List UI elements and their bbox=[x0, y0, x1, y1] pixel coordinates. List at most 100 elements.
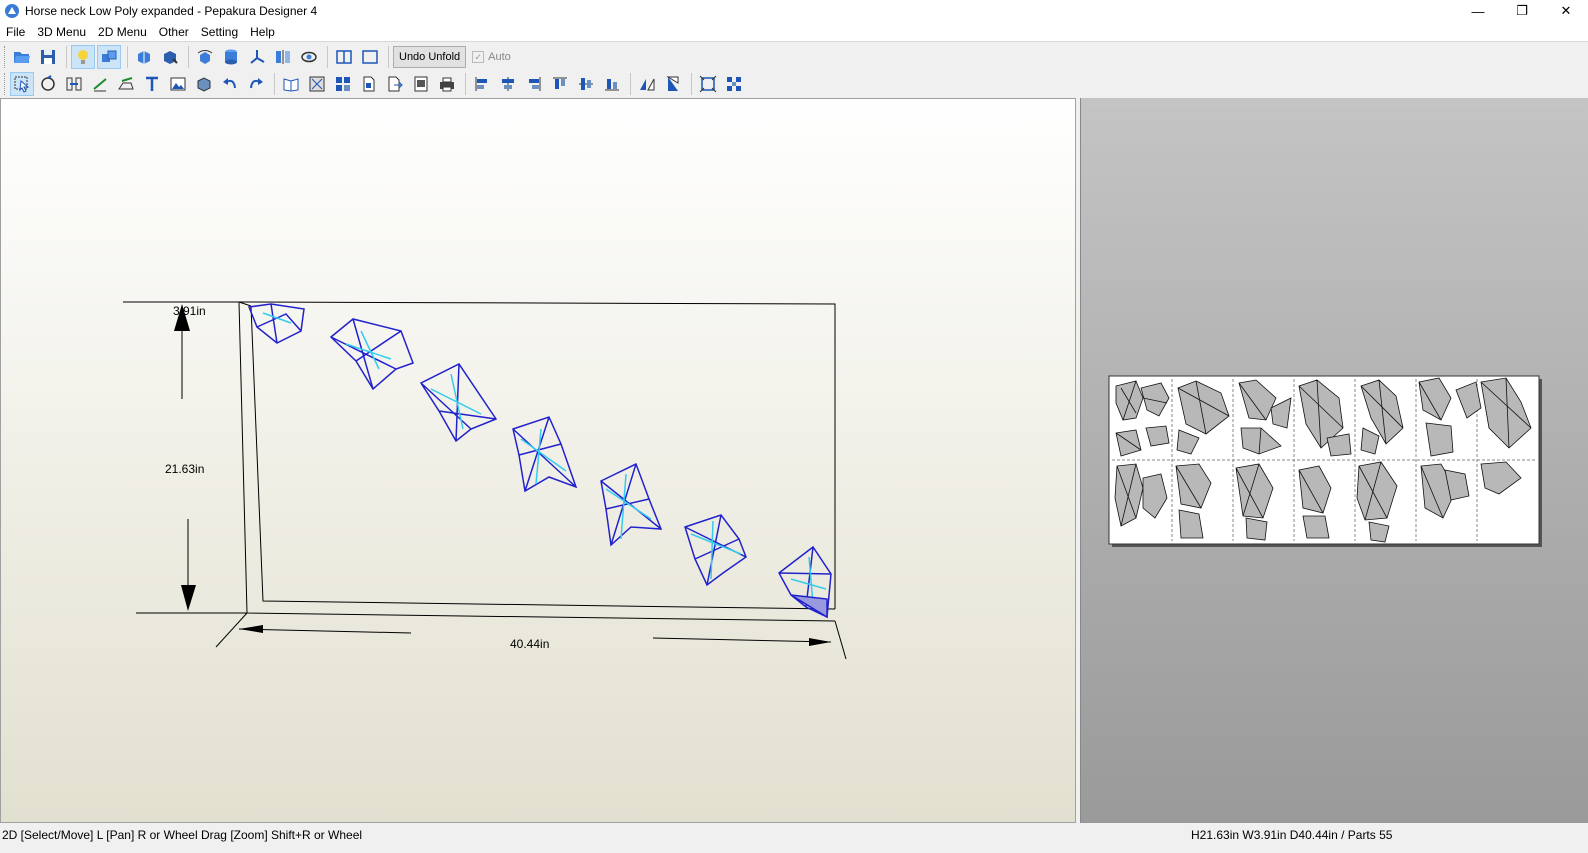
axis-button[interactable] bbox=[245, 45, 269, 69]
redo-icon bbox=[250, 78, 263, 89]
model-part bbox=[778, 545, 832, 619]
fold-line-tool[interactable] bbox=[88, 72, 112, 96]
align-middle-vertical-icon bbox=[579, 78, 593, 90]
mirror-icon bbox=[276, 50, 290, 64]
align-center-h-button[interactable] bbox=[496, 72, 520, 96]
model-part bbox=[512, 416, 578, 493]
align-top-button[interactable] bbox=[548, 72, 572, 96]
edit-toolbar bbox=[0, 70, 1588, 98]
book-icon bbox=[283, 78, 299, 92]
pepakura-app-icon bbox=[5, 4, 19, 18]
open-book-button[interactable] bbox=[279, 72, 303, 96]
arrange-parts-button[interactable] bbox=[331, 72, 355, 96]
fit-frame-icon bbox=[699, 75, 717, 93]
flip-vertical-icon bbox=[666, 76, 679, 91]
texture-toggle-button[interactable] bbox=[97, 45, 121, 69]
align-center-horizontal-icon bbox=[502, 77, 514, 91]
text-tool[interactable] bbox=[140, 72, 164, 96]
toolbar-separator bbox=[630, 73, 631, 95]
3d-viewport[interactable]: 3.91in 21.63in 40.44in bbox=[0, 98, 1076, 823]
distribute-button[interactable] bbox=[722, 72, 746, 96]
menu-3d[interactable]: 3D Menu bbox=[31, 22, 92, 42]
undo-button[interactable] bbox=[218, 72, 242, 96]
lightbulb-icon bbox=[78, 50, 88, 64]
menu-other[interactable]: Other bbox=[153, 22, 195, 42]
redo-button[interactable] bbox=[244, 72, 268, 96]
rotate-cube-button[interactable] bbox=[193, 45, 217, 69]
menu-file[interactable]: File bbox=[0, 22, 31, 42]
align-top-icon bbox=[553, 77, 567, 89]
page-settings-button[interactable] bbox=[357, 72, 381, 96]
align-middle-button[interactable] bbox=[574, 72, 598, 96]
depth-dimension-label: 40.44in bbox=[510, 637, 549, 651]
flip-horizontal-button[interactable] bbox=[635, 72, 659, 96]
3d-scene: 3.91in 21.63in 40.44in bbox=[123, 301, 847, 660]
rotate-part-tool[interactable] bbox=[36, 72, 60, 96]
toolbar-separator bbox=[388, 46, 389, 68]
restore-button[interactable]: ❐ bbox=[1500, 0, 1544, 22]
auto-checkbox[interactable]: ✓ Auto bbox=[472, 46, 530, 68]
align-left-button[interactable] bbox=[470, 72, 494, 96]
close-button[interactable]: ✕ bbox=[1544, 0, 1588, 22]
floppy-disk-icon bbox=[41, 50, 55, 64]
printer-icon bbox=[440, 77, 454, 92]
flip-vertical-button[interactable] bbox=[661, 72, 685, 96]
mirror-button[interactable] bbox=[271, 45, 295, 69]
rotate-cube-icon bbox=[197, 50, 213, 64]
2d-viewport[interactable] bbox=[1080, 98, 1588, 823]
auto-checkbox-label: Auto bbox=[488, 51, 511, 63]
toolbar-grip[interactable] bbox=[4, 73, 7, 95]
menu-2d[interactable]: 2D Menu bbox=[92, 22, 153, 42]
status-dimensions: H21.63in W3.91in D40.44in / Parts 55 bbox=[1191, 828, 1393, 842]
view-button[interactable] bbox=[297, 45, 321, 69]
box-icon bbox=[197, 77, 211, 92]
menu-bar: File 3D Menu 2D Menu Other Setting Help bbox=[0, 22, 1588, 42]
single-view-icon bbox=[362, 50, 378, 64]
menu-help[interactable]: Help bbox=[244, 22, 281, 42]
image-tool[interactable] bbox=[166, 72, 190, 96]
toolbar-separator bbox=[188, 46, 189, 68]
select-move-tool[interactable] bbox=[10, 72, 34, 96]
fold-line-icon bbox=[93, 78, 107, 92]
export-page-button[interactable] bbox=[383, 72, 407, 96]
cylinder-button[interactable] bbox=[219, 45, 243, 69]
edit-cube-button[interactable] bbox=[158, 45, 182, 69]
status-bar: 2D [Select/Move] L [Pan] R or Wheel Drag… bbox=[0, 824, 1588, 853]
toolbar-grip[interactable] bbox=[4, 46, 7, 68]
flap-tool[interactable] bbox=[114, 72, 138, 96]
single-view-button[interactable] bbox=[358, 45, 382, 69]
lighting-toggle-button[interactable] bbox=[71, 45, 95, 69]
toolbar-separator bbox=[691, 73, 692, 95]
print-preview-button[interactable] bbox=[409, 72, 433, 96]
width-dimension-label: 3.91in bbox=[173, 304, 206, 318]
grid-parts-icon bbox=[336, 77, 350, 91]
print-button[interactable] bbox=[435, 72, 459, 96]
minimize-button[interactable]: — bbox=[1456, 0, 1500, 22]
align-bottom-icon bbox=[605, 79, 619, 91]
text-icon bbox=[146, 76, 158, 91]
unfold-button[interactable] bbox=[132, 45, 156, 69]
flap-icon bbox=[118, 77, 134, 90]
align-bottom-button[interactable] bbox=[600, 72, 624, 96]
undo-unfold-button[interactable]: Undo Unfold bbox=[393, 46, 467, 68]
box-tool[interactable] bbox=[192, 72, 216, 96]
unfold-cube-icon bbox=[138, 51, 150, 64]
auto-layout-button[interactable] bbox=[305, 72, 329, 96]
fit-to-page-button[interactable] bbox=[696, 72, 720, 96]
rotate-icon bbox=[41, 75, 55, 91]
save-button[interactable] bbox=[36, 45, 60, 69]
menu-setting[interactable]: Setting bbox=[195, 22, 244, 42]
layout-icon bbox=[309, 76, 325, 92]
bounding-box bbox=[123, 301, 847, 660]
join-edge-tool[interactable] bbox=[62, 72, 86, 96]
print-preview-icon bbox=[414, 76, 428, 92]
height-dimension-label: 21.63in bbox=[165, 462, 204, 476]
join-edges-icon bbox=[66, 77, 82, 91]
title-bar: Horse neck Low Poly expanded - Pepakura … bbox=[0, 0, 1588, 22]
split-view-button[interactable] bbox=[332, 45, 356, 69]
open-button[interactable] bbox=[10, 45, 34, 69]
cylinder-icon bbox=[225, 49, 237, 65]
align-right-button[interactable] bbox=[522, 72, 546, 96]
page-export-icon bbox=[388, 76, 403, 92]
toolbar-separator bbox=[66, 46, 67, 68]
